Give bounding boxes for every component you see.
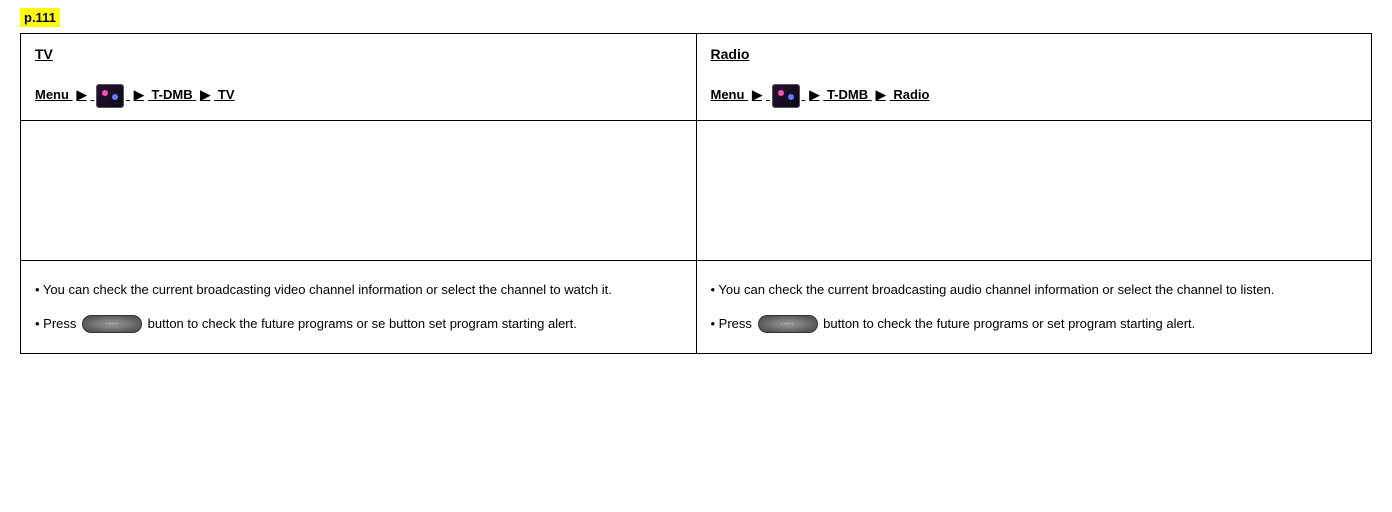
- body-row: • You can check the current broadcasting…: [21, 261, 1372, 354]
- text-pre: • Press: [711, 316, 756, 331]
- screenshot-row: [21, 121, 1372, 261]
- content-table: TV Menu ▶ ▶ T-DMB ▶ TV Radio Menu ▶ ▶: [20, 33, 1372, 354]
- header-row: TV Menu ▶ ▶ T-DMB ▶ TV Radio Menu ▶ ▶: [21, 34, 1372, 121]
- arrow-icon: ▶: [77, 87, 87, 102]
- radio-title: Radio: [711, 46, 1358, 62]
- arrow-icon: ▶: [134, 87, 144, 102]
- breadcrumb-tdmb: T-DMB: [827, 87, 868, 102]
- breadcrumb-radio: Radio: [893, 87, 929, 102]
- tv-breadcrumb: Menu ▶ ▶ T-DMB ▶ TV: [35, 87, 235, 102]
- arrow-icon: ▶: [876, 87, 886, 102]
- tv-screenshot-cell: [21, 121, 697, 261]
- tv-body-cell: • You can check the current broadcasting…: [21, 261, 697, 354]
- text-post: button to check the future programs or s…: [823, 316, 1195, 331]
- tv-bullet-1: • You can check the current broadcasting…: [35, 273, 682, 307]
- dmb-app-icon: [96, 84, 124, 108]
- text-pre: • Press: [35, 316, 80, 331]
- arrow-icon: ▶: [809, 87, 819, 102]
- pill-button-icon: [758, 315, 818, 333]
- radio-breadcrumb: Menu ▶ ▶ T-DMB ▶ Radio: [711, 87, 930, 102]
- tv-title: TV: [35, 46, 682, 62]
- radio-screenshot-cell: [696, 121, 1372, 261]
- breadcrumb-menu: Menu: [35, 87, 69, 102]
- breadcrumb-menu: Menu: [711, 87, 745, 102]
- text-post: button to check the future programs or s…: [148, 316, 577, 331]
- radio-header-cell: Radio Menu ▶ ▶ T-DMB ▶ Radio: [696, 34, 1372, 121]
- tv-bullet-2: • Press button to check the future progr…: [35, 307, 682, 341]
- arrow-icon: ▶: [752, 87, 762, 102]
- arrow-icon: ▶: [200, 87, 210, 102]
- pill-button-icon: [82, 315, 142, 333]
- page-number-tag: p.111: [20, 8, 60, 27]
- dmb-app-icon: [772, 84, 800, 108]
- radio-bullet-1: • You can check the current broadcasting…: [711, 273, 1358, 307]
- breadcrumb-tv: TV: [218, 87, 235, 102]
- radio-body-cell: • You can check the current broadcasting…: [696, 261, 1372, 354]
- tv-header-cell: TV Menu ▶ ▶ T-DMB ▶ TV: [21, 34, 697, 121]
- breadcrumb-tdmb: T-DMB: [151, 87, 192, 102]
- page-root: p.111 TV Menu ▶ ▶ T-DMB ▶ TV Radio Menu: [0, 0, 1392, 512]
- radio-bullet-2: • Press button to check the future progr…: [711, 307, 1358, 341]
